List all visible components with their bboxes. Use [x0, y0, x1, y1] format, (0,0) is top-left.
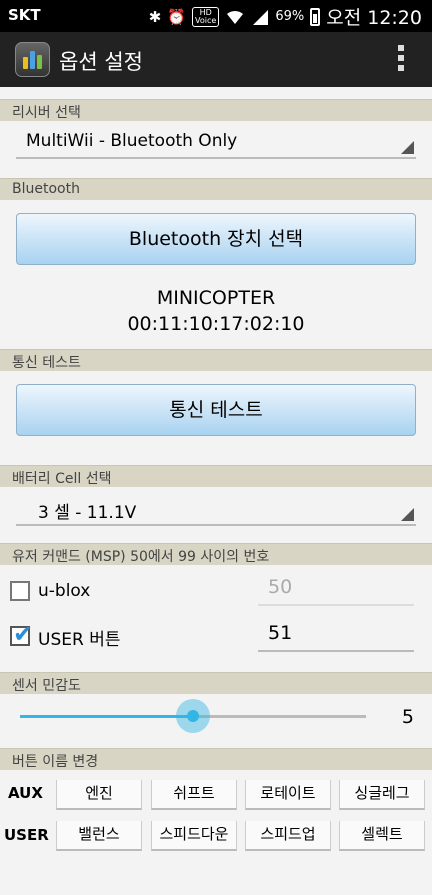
app-icon[interactable] [15, 42, 50, 77]
signal-icon [253, 9, 269, 25]
carrier-label: SKT [8, 6, 41, 24]
user-row-label: USER [4, 826, 49, 844]
voice-label: Voice [195, 15, 217, 25]
aux-button-4[interactable]: 싱글레그 [339, 780, 425, 810]
sensor-slider-fill [20, 715, 193, 718]
receiver-spinner[interactable]: MultiWii - Bluetooth Only [16, 129, 416, 159]
battery-spinner-value: 3 셀 - 11.1V [38, 503, 137, 523]
page-title: 옵션 설정 [59, 50, 143, 74]
ublox-checkbox[interactable] [10, 581, 30, 601]
receiver-spinner-value: MultiWii - Bluetooth Only [26, 131, 238, 151]
section-bluetooth: Bluetooth [0, 178, 432, 200]
section-sensor: 센서 민감도 [0, 672, 432, 694]
user-rename-button-4[interactable]: 셀렉트 [339, 821, 425, 851]
user-button-label: USER 버튼 [38, 630, 121, 650]
section-user-command: 유저 커맨드 (MSP) 50에서 99 사이의 번호 [0, 543, 432, 565]
device-address: 00:11:10:17:02:10 [127, 313, 305, 335]
aux-row-label: AUX [8, 784, 43, 802]
bluetooth-select-button[interactable]: Bluetooth 장치 선택 [16, 213, 416, 265]
user-button-msp-field[interactable]: 51 [258, 622, 414, 652]
aux-button-2[interactable]: 쉬프트 [151, 780, 237, 810]
battery-percent: 69% [275, 9, 305, 24]
dropdown-arrow-icon [401, 141, 414, 154]
bluetooth-icon: ✱ [148, 7, 162, 26]
section-receiver: 리시버 선택 [0, 99, 432, 121]
battery-icon [310, 7, 321, 26]
sensor-slider[interactable] [20, 699, 366, 733]
status-bar: SKT ✱ ⏰ HD Voice 69% 오전 12:20 [0, 0, 432, 32]
ublox-label: u-blox [38, 581, 91, 601]
hd-voice-icon: HD Voice [192, 6, 220, 27]
device-name: MINICOPTER [156, 287, 276, 309]
overflow-menu-icon[interactable] [398, 45, 404, 75]
status-icons: ✱ ⏰ HD Voice 69% 오전 12:20 [149, 3, 422, 30]
wifi-icon [227, 10, 244, 24]
ublox-msp-field[interactable]: 50 [258, 576, 414, 606]
action-bar: 옵션 설정 [0, 32, 432, 87]
clock: 오전 12:20 [326, 7, 422, 29]
aux-button-1[interactable]: 엔진 [56, 780, 142, 810]
sensor-value: 5 [401, 706, 414, 728]
user-button-checkbox[interactable]: ✔ [10, 620, 33, 648]
aux-button-3[interactable]: 로테이트 [245, 780, 331, 810]
section-comm-test: 통신 테스트 [0, 349, 432, 371]
checkmark-icon: ✔ [13, 620, 34, 648]
battery-spinner[interactable]: 3 셀 - 11.1V [16, 496, 416, 526]
alarm-icon: ⏰ [167, 7, 187, 26]
user-rename-button-2[interactable]: 스피드다운 [151, 821, 237, 851]
section-rename: 버튼 이름 변경 [0, 748, 432, 770]
sensor-slider-thumb[interactable] [176, 699, 210, 733]
section-battery: 배터리 Cell 선택 [0, 465, 432, 487]
user-rename-button-3[interactable]: 스피드업 [245, 821, 331, 851]
dropdown-arrow-icon [401, 508, 414, 521]
user-rename-button-1[interactable]: 밸런스 [56, 821, 142, 851]
comm-test-button[interactable]: 통신 테스트 [16, 384, 416, 436]
